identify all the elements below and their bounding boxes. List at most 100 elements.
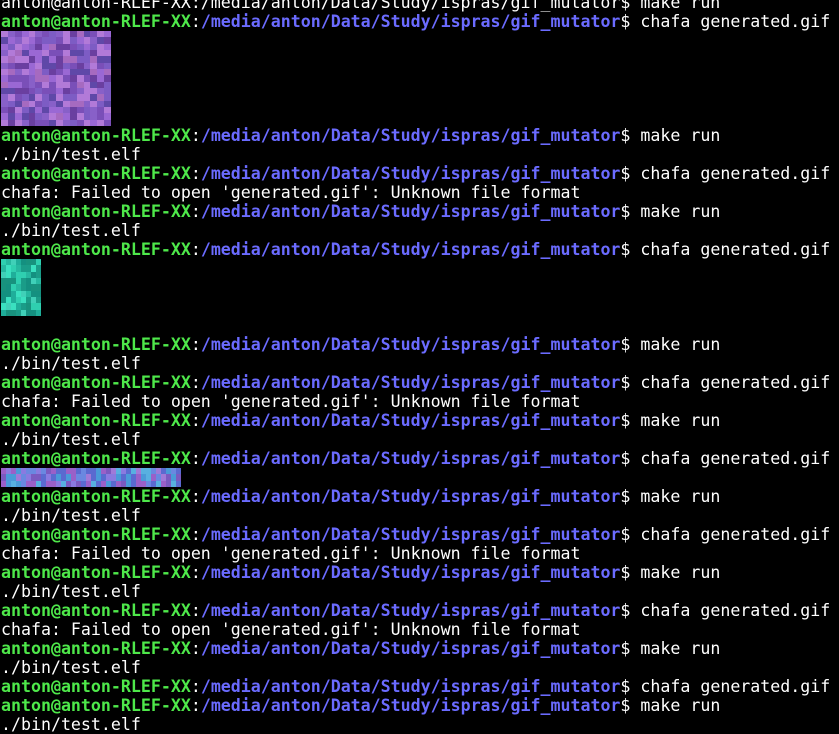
prompt-user: anton@anton-RLEF-XX (1, 335, 191, 354)
partial-output-line: anton@anton-RLEF-XX:/media/anton/Data/St… (1, 0, 721, 12)
output-line: ./bin/test.elf (1, 715, 141, 734)
gif-pixel (176, 480, 181, 487)
prompt-line: anton@anton-RLEF-XX:/media/anton/Data/St… (1, 449, 839, 468)
prompt-line: anton@anton-RLEF-XX:/media/anton/Data/St… (1, 164, 839, 183)
command-text: chafa generated.gif (640, 449, 831, 468)
gif-mosaic-image (1, 259, 41, 316)
gif-pixel (62, 119, 70, 126)
gif-pixel (83, 119, 91, 126)
gif-pixel (35, 119, 43, 126)
command-text: chafa generated.gif (640, 525, 831, 544)
prompt-user: anton@anton-RLEF-XX (1, 525, 191, 544)
command-text: chafa generated.gif (640, 601, 831, 620)
prompt-path: /media/anton/Data/Study/ispras/gif_mutat… (200, 696, 621, 715)
prompt-dollar: $ (620, 240, 641, 259)
output-line: ./bin/test.elf (1, 221, 141, 240)
prompt-separator: : (190, 335, 201, 354)
prompt-path: /media/anton/Data/Study/ispras/gif_mutat… (200, 563, 621, 582)
prompt-dollar: $ (620, 601, 641, 620)
prompt-line: anton@anton-RLEF-XX:/media/anton/Data/St… (1, 126, 839, 145)
prompt-dollar: $ (620, 373, 641, 392)
prompt-separator: : (190, 525, 201, 544)
prompt-path: /media/anton/Data/Study/ispras/gif_mutat… (200, 373, 621, 392)
prompt-user: anton@anton-RLEF-XX (1, 240, 191, 259)
output-line: ./bin/test.elf (1, 506, 141, 525)
gif-pixel (104, 119, 111, 126)
prompt-user: anton@anton-RLEF-XX (1, 449, 191, 468)
prompt-path: /media/anton/Data/Study/ispras/gif_mutat… (200, 240, 621, 259)
prompt-path: /media/anton/Data/Study/ispras/gif_mutat… (200, 677, 621, 696)
prompt-separator: : (190, 696, 201, 715)
chafa-gif-preview (1, 468, 839, 487)
prompt-separator: : (190, 126, 201, 145)
output-line: ./bin/test.elf (1, 582, 141, 601)
prompt-line: anton@anton-RLEF-XX:/media/anton/Data/St… (1, 525, 839, 544)
command-text: chafa generated.gif (640, 12, 831, 31)
command-text: make run (640, 335, 721, 354)
prompt-path: /media/anton/Data/Study/ispras/gif_mutat… (200, 601, 621, 620)
gif-pixel (36, 309, 41, 316)
prompt-dollar: $ (620, 164, 641, 183)
command-text: chafa generated.gif (640, 240, 831, 259)
prompt-user: anton@anton-RLEF-XX (1, 639, 191, 658)
prompt-path: /media/anton/Data/Study/ispras/gif_mutat… (200, 639, 621, 658)
prompt-dollar: $ (620, 677, 641, 696)
prompt-line: anton@anton-RLEF-XX:/media/anton/Data/St… (1, 240, 839, 259)
prompt-user: anton@anton-RLEF-XX (1, 12, 191, 31)
gif-mosaic-image (1, 468, 181, 487)
gif-pixel (76, 119, 84, 126)
gif-pixel (97, 119, 105, 126)
prompt-line: anton@anton-RLEF-XX:/media/anton/Data/St… (1, 639, 839, 658)
prompt-line: anton@anton-RLEF-XX:/media/anton/Data/St… (1, 373, 839, 392)
command-text: make run (640, 696, 721, 715)
prompt-separator: : (190, 411, 201, 430)
prompt-path: /media/anton/Data/Study/ispras/gif_mutat… (200, 335, 621, 354)
gif-pixel (21, 119, 29, 126)
chafa-gif-preview (1, 259, 839, 316)
prompt-line: anton@anton-RLEF-XX:/media/anton/Data/St… (1, 487, 839, 506)
prompt-separator: : (190, 240, 201, 259)
terminal-output[interactable]: anton@anton-RLEF-XX:/media/anton/Data/St… (1, 0, 839, 734)
prompt-dollar: $ (620, 525, 641, 544)
prompt-separator: : (190, 164, 201, 183)
prompt-dollar: $ (620, 335, 641, 354)
prompt-separator: : (190, 449, 201, 468)
prompt-line: anton@anton-RLEF-XX:/media/anton/Data/St… (1, 12, 839, 31)
gif-pixel (42, 119, 50, 126)
prompt-dollar: $ (620, 202, 641, 221)
command-text: make run (640, 411, 721, 430)
command-text: chafa generated.gif (640, 164, 831, 183)
prompt-path: /media/anton/Data/Study/ispras/gif_mutat… (200, 411, 621, 430)
gif-pixel (90, 119, 98, 126)
prompt-separator: : (190, 12, 201, 31)
gif-pixel (7, 119, 15, 126)
prompt-path: /media/anton/Data/Study/ispras/gif_mutat… (200, 487, 621, 506)
prompt-user: anton@anton-RLEF-XX (1, 164, 191, 183)
output-line: ./bin/test.elf (1, 430, 141, 449)
gif-pixel (14, 119, 22, 126)
prompt-path: /media/anton/Data/Study/ispras/gif_mutat… (200, 202, 621, 221)
prompt-dollar: $ (620, 696, 641, 715)
prompt-dollar: $ (620, 126, 641, 145)
output-line: ./bin/test.elf (1, 145, 141, 164)
prompt-separator: : (190, 639, 201, 658)
gif-pixel (56, 119, 63, 126)
prompt-line: anton@anton-RLEF-XX:/media/anton/Data/St… (1, 563, 839, 582)
prompt-line: anton@anton-RLEF-XX:/media/anton/Data/St… (1, 677, 839, 696)
gif-pixel (28, 119, 36, 126)
output-line: ./bin/test.elf (1, 658, 141, 677)
prompt-separator: : (190, 563, 201, 582)
chafa-gif-preview (1, 31, 839, 126)
prompt-separator: : (190, 487, 201, 506)
prompt-line: anton@anton-RLEF-XX:/media/anton/Data/St… (1, 411, 839, 430)
prompt-user: anton@anton-RLEF-XX (1, 202, 191, 221)
prompt-separator: : (190, 373, 201, 392)
command-text: make run (640, 202, 721, 221)
prompt-line: anton@anton-RLEF-XX:/media/anton/Data/St… (1, 202, 839, 221)
gif-pixel (69, 119, 77, 126)
prompt-path: /media/anton/Data/Study/ispras/gif_mutat… (200, 449, 621, 468)
prompt-path: /media/anton/Data/Study/ispras/gif_mutat… (200, 126, 621, 145)
prompt-separator: : (190, 202, 201, 221)
prompt-user: anton@anton-RLEF-XX (1, 487, 191, 506)
prompt-user: anton@anton-RLEF-XX (1, 601, 191, 620)
